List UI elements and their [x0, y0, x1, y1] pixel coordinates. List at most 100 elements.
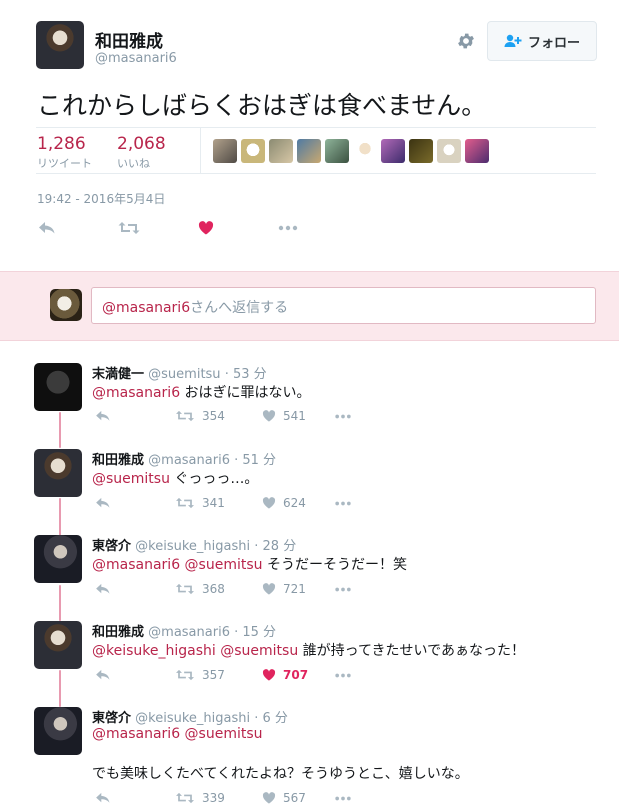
like-count: 567 — [283, 791, 306, 805]
heart-icon — [262, 497, 276, 509]
retweet-icon — [176, 583, 194, 595]
reply-author-handle[interactable]: @keisuke_higashi — [135, 539, 250, 554]
reply-header: 和田雅成 @masanari6 · 15 分 — [92, 621, 276, 640]
reply-mentions[interactable]: @masanari6 @suemitsu — [92, 557, 263, 573]
reply-avatar[interactable] — [34, 621, 82, 669]
more-icon — [335, 587, 351, 591]
reply-button[interactable] — [95, 583, 175, 595]
like-button[interactable] — [198, 221, 278, 235]
liker-avatar[interactable] — [269, 139, 293, 163]
more-icon — [278, 225, 298, 231]
reply-avatar[interactable] — [34, 707, 82, 755]
reply-author-handle[interactable]: @masanari6 — [148, 625, 230, 640]
retweet-button[interactable]: 354 — [175, 409, 262, 423]
reply-mentions[interactable]: @masanari6 — [92, 385, 180, 401]
like-stat-label: いいね — [117, 157, 150, 170]
reply-button[interactable] — [95, 792, 175, 804]
reply-header: 和田雅成 @masanari6 · 51 分 — [92, 449, 276, 468]
liker-avatar[interactable] — [409, 139, 433, 163]
reply-author-handle[interactable]: @masanari6 — [148, 453, 230, 468]
like-button[interactable]: 624 — [262, 496, 334, 510]
retweet-button[interactable]: 341 — [175, 496, 262, 510]
reply-mentions[interactable]: @keisuke_higashi @suemitsu — [92, 643, 298, 659]
reply-author-name[interactable]: 東啓介 — [92, 539, 131, 554]
reply-avatar[interactable] — [34, 535, 82, 583]
reply-time[interactable]: · 15 分 — [234, 625, 276, 640]
more-button[interactable] — [334, 414, 352, 419]
reply-author-name[interactable]: 末満健一 — [92, 367, 144, 382]
liker-avatar[interactable] — [381, 139, 405, 163]
divider — [36, 173, 596, 174]
reply-time[interactable]: · 6 分 — [254, 711, 288, 726]
author-avatar[interactable] — [36, 21, 84, 69]
retweet-button[interactable]: 368 — [175, 582, 262, 596]
retweet-button[interactable] — [118, 221, 198, 235]
reply-author-name[interactable]: 和田雅成 — [92, 453, 144, 468]
gear-icon[interactable] — [455, 30, 477, 52]
more-button[interactable] — [334, 673, 352, 678]
reply-actions: 357 707 — [95, 668, 352, 682]
more-button[interactable] — [334, 587, 352, 592]
more-button[interactable] — [278, 225, 298, 231]
reply-icon — [96, 410, 110, 421]
liker-avatar[interactable] — [241, 139, 265, 163]
retweet-icon — [176, 669, 194, 681]
add-user-icon — [504, 34, 522, 48]
reply-icon — [96, 669, 110, 680]
more-icon — [335, 501, 351, 505]
author-name[interactable]: 和田雅成 — [95, 27, 163, 52]
like-button[interactable]: 721 — [262, 582, 334, 596]
reply-placeholder: さんへ返信する — [190, 300, 289, 316]
heart-icon — [262, 669, 276, 681]
reply-icon — [96, 497, 110, 508]
heart-icon — [262, 792, 276, 804]
reply-time[interactable]: · 53 分 — [225, 367, 267, 382]
liker-avatar[interactable] — [465, 139, 489, 163]
reply-avatar[interactable] — [34, 363, 82, 411]
reply-button[interactable] — [95, 497, 175, 509]
reply-button[interactable] — [95, 669, 175, 681]
reply-time[interactable]: · 51 分 — [234, 453, 276, 468]
reply-author-handle[interactable]: @suemitsu — [148, 367, 220, 382]
reply-mentions[interactable]: @suemitsu — [92, 471, 170, 487]
like-button[interactable]: 541 — [262, 409, 334, 423]
reply-button[interactable] — [38, 221, 118, 235]
reply-body: おはぎに罪はない。 — [180, 385, 311, 401]
stat-divider — [200, 127, 201, 173]
liker-avatar[interactable] — [297, 139, 321, 163]
follow-label: フォロー — [527, 35, 580, 51]
like-stat[interactable]: 2,068 いいね — [117, 134, 166, 171]
retweet-stat[interactable]: 1,286 リツイート — [37, 134, 92, 171]
more-button[interactable] — [334, 501, 352, 506]
reply-time[interactable]: · 28 分 — [254, 539, 296, 554]
thread-connector — [59, 585, 61, 621]
like-count: 624 — [283, 496, 306, 510]
reply-avatar[interactable] — [34, 449, 82, 497]
liker-avatar[interactable] — [213, 139, 237, 163]
more-button[interactable] — [334, 796, 352, 801]
reply-author-name[interactable]: 和田雅成 — [92, 625, 144, 640]
thread-connector — [59, 498, 61, 536]
author-handle[interactable]: @masanari6 — [95, 51, 177, 66]
retweet-button[interactable]: 339 — [175, 791, 262, 805]
retweet-button[interactable]: 357 — [175, 668, 262, 682]
reply-author-name[interactable]: 東啓介 — [92, 711, 131, 726]
liker-avatars — [213, 139, 489, 163]
like-button[interactable]: 567 — [262, 791, 334, 805]
liker-avatar[interactable] — [325, 139, 349, 163]
thread-connector — [59, 670, 61, 707]
retweet-count: 341 — [202, 496, 225, 510]
reply-author-handle[interactable]: @keisuke_higashi — [135, 711, 250, 726]
reply-button[interactable] — [95, 410, 175, 422]
reply-icon — [96, 792, 110, 803]
reply-mentions[interactable]: @masanari6 @suemitsu — [92, 726, 263, 742]
reply-text: @keisuke_higashi @suemitsu 誰が持ってきたせいであぁな… — [92, 640, 525, 660]
reply-input[interactable]: @masanari6さんへ返信する — [91, 287, 596, 324]
liker-avatar[interactable] — [353, 139, 377, 163]
like-count: 721 — [283, 582, 306, 596]
liker-avatar[interactable] — [437, 139, 461, 163]
like-button[interactable]: 707 — [262, 668, 334, 682]
tweet-timestamp[interactable]: 19:42 - 2016年5月4日 — [37, 190, 165, 207]
follow-button[interactable]: フォロー — [487, 21, 597, 61]
reply-actions: 354 541 — [95, 409, 352, 423]
